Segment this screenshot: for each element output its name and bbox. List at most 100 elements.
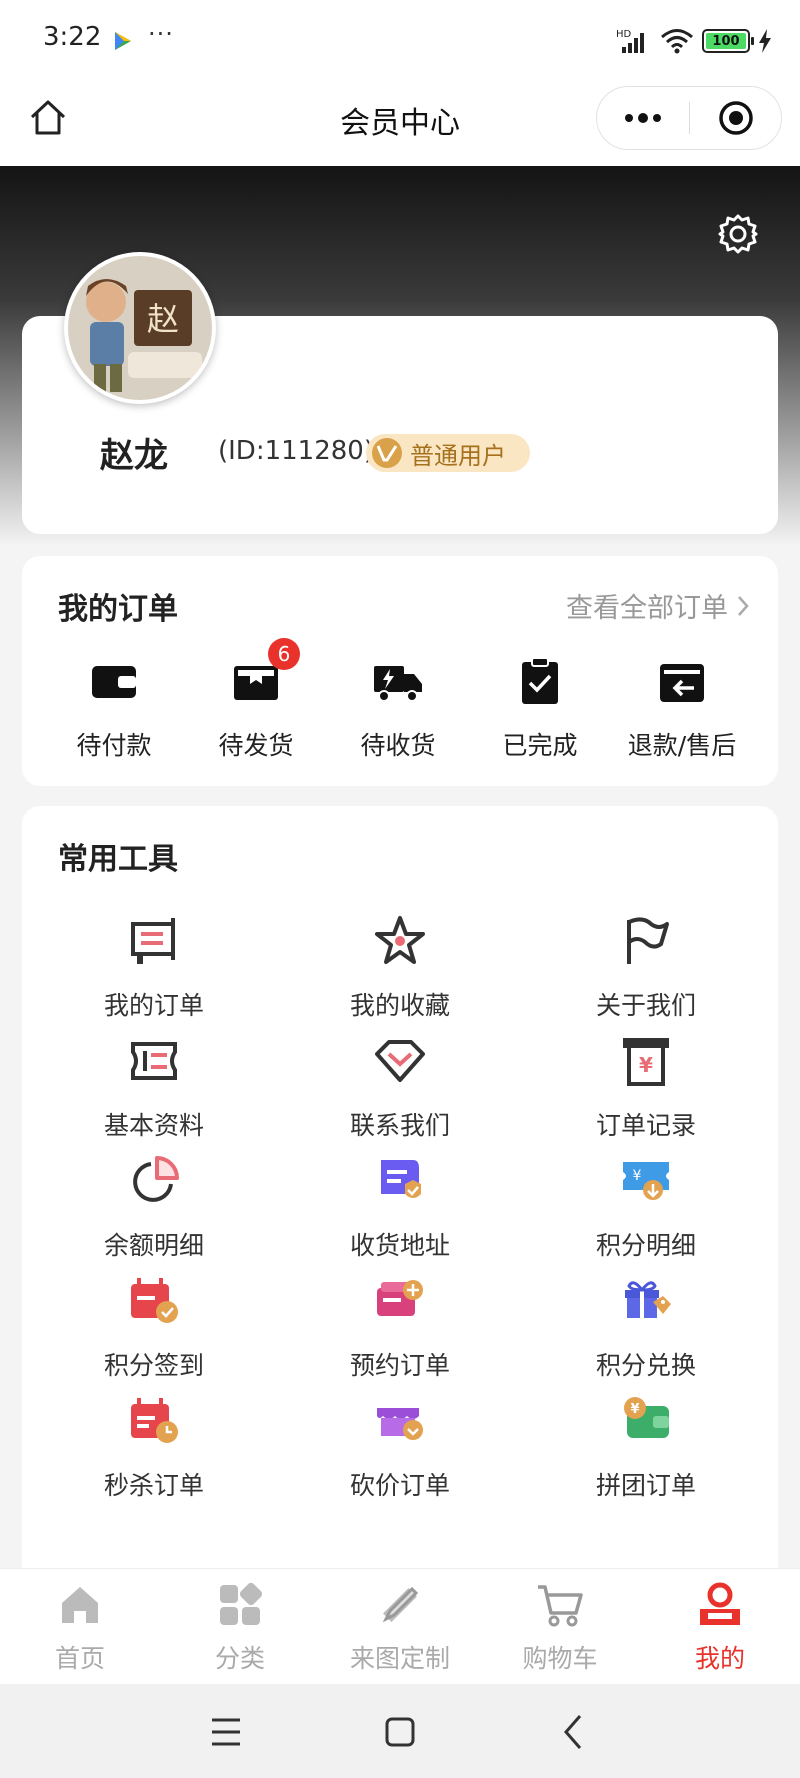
tab-cart[interactable]: 购物车 — [490, 1581, 630, 1675]
wallet-coin-icon: ¥ — [624, 1397, 669, 1438]
tab-home[interactable]: 首页 — [10, 1581, 150, 1675]
flag-icon — [627, 917, 669, 964]
tools-title: 常用工具 — [58, 842, 178, 877]
menu-icon[interactable] — [204, 1710, 248, 1754]
more-button[interactable] — [597, 87, 689, 149]
tool-my-orders[interactable]: 我的订单 — [54, 914, 254, 1022]
order-label: 待收货 — [360, 731, 436, 760]
order-pending-receipt[interactable]: 待收货 — [328, 656, 468, 762]
play-store-icon — [115, 32, 131, 50]
diamond-icon — [375, 1040, 425, 1082]
gift-icon — [625, 1281, 671, 1318]
calendar-check-icon — [131, 1278, 178, 1323]
tool-label: 我的收藏 — [349, 991, 450, 1020]
tool-points-details[interactable]: ¥ 积分明细 — [546, 1154, 746, 1262]
id-card-icon — [131, 1042, 177, 1080]
tab-label: 来图定制 — [349, 1644, 450, 1673]
ticket-icon: ¥ — [623, 1162, 669, 1200]
svg-text:HD: HD — [616, 29, 632, 40]
wallet-icon — [92, 666, 136, 698]
tool-basic-profile[interactable]: 基本资料 — [54, 1034, 254, 1142]
tool-balance-details[interactable]: 余额明细 — [54, 1154, 254, 1262]
tool-about-us[interactable]: 关于我们 — [546, 914, 746, 1022]
order-completed[interactable]: 已完成 — [470, 656, 610, 762]
order-label: 待发货 — [218, 731, 294, 760]
status-more: ··· — [148, 20, 174, 48]
tab-label: 首页 — [54, 1644, 105, 1673]
order-label: 待付款 — [76, 731, 152, 760]
member-level-text: 普通用户 — [410, 441, 506, 470]
target-icon — [718, 101, 753, 135]
avatar[interactable]: 赵 — [64, 252, 216, 404]
grid-icon — [220, 1582, 263, 1625]
more-dots-icon — [625, 113, 661, 123]
store-icon — [377, 1408, 423, 1440]
tool-label: 积分兑换 — [595, 1351, 696, 1380]
view-all-orders-link[interactable]: 查看全部订单 — [566, 586, 750, 625]
tool-flash-sale-orders[interactable]: 秒杀订单 — [54, 1394, 254, 1502]
svg-text:¥: ¥ — [633, 1168, 642, 1184]
view-all-label: 查看全部订单 — [566, 593, 728, 624]
tab-mine[interactable]: 我的 — [650, 1581, 790, 1675]
unshipped-count-badge: 6 — [268, 638, 300, 670]
tool-points-checkin[interactable]: 积分签到 — [54, 1274, 254, 1382]
mini-program-capsule — [596, 86, 782, 150]
bottom-tab-bar: 首页 分类 来图定制 购物车 我的 — [0, 1568, 800, 1684]
chevron-right-icon — [738, 595, 749, 616]
home-icon — [62, 1587, 98, 1623]
battery-level: 100 — [706, 33, 746, 49]
user-icon — [700, 1582, 740, 1625]
avatar-image: 赵 — [68, 256, 212, 400]
back-icon[interactable] — [552, 1710, 596, 1754]
charging-icon — [759, 29, 771, 53]
order-label: 退款/售后 — [627, 731, 737, 760]
avatar-char: 赵 — [147, 300, 179, 338]
order-label: 已完成 — [502, 731, 578, 760]
close-mini-program-button[interactable] — [690, 87, 781, 149]
my-orders-card: 我的订单 查看全部订单 待付款 6 待发货 待收货 已完成 退款/售后 — [22, 556, 778, 786]
return-icon — [660, 664, 704, 702]
pie-chart-icon — [133, 1156, 179, 1202]
truck-icon — [374, 666, 422, 702]
user-id: (ID:111280) — [218, 436, 374, 466]
nav-bar: 会员中心 — [0, 80, 800, 166]
vip-icon — [372, 438, 402, 468]
tool-shipping-address[interactable]: 收货地址 — [300, 1154, 500, 1262]
tool-points-exchange[interactable]: 积分兑换 — [546, 1274, 746, 1382]
tool-label: 积分明细 — [595, 1231, 696, 1260]
tab-category[interactable]: 分类 — [170, 1581, 310, 1675]
tool-contact-us[interactable]: 联系我们 — [300, 1034, 500, 1142]
tool-label: 基本资料 — [103, 1111, 204, 1140]
status-bar: 3:22 ··· HD 100 — [0, 0, 800, 80]
tool-label: 积分签到 — [103, 1351, 204, 1380]
tool-group-buy-orders[interactable]: ¥ 拼团订单 — [546, 1394, 746, 1502]
address-icon — [381, 1160, 421, 1198]
order-refund-aftersales[interactable]: 退款/售后 — [612, 656, 752, 762]
order-pending-shipment[interactable]: 6 待发货 — [186, 638, 326, 762]
home-square-icon[interactable] — [378, 1710, 422, 1754]
tab-label: 我的 — [694, 1644, 745, 1673]
system-navigation-bar — [0, 1684, 800, 1778]
settings-gear-icon[interactable] — [716, 212, 760, 256]
cart-icon — [538, 1585, 583, 1627]
signal-icon: HD — [616, 29, 644, 53]
tool-bargain-orders[interactable]: 砍价订单 — [300, 1394, 500, 1502]
tool-order-records[interactable]: ¥ 订单记录 — [546, 1034, 746, 1142]
tool-reservation-orders[interactable]: 预约订单 — [300, 1274, 500, 1382]
battery-icon: 100 — [702, 29, 754, 53]
status-time: 3:22 — [43, 22, 102, 52]
tool-label: 联系我们 — [349, 1111, 450, 1140]
user-name: 赵龙 — [100, 436, 168, 476]
tab-label: 分类 — [214, 1644, 265, 1673]
orders-title: 我的订单 — [58, 592, 178, 627]
tool-label: 订单记录 — [595, 1111, 696, 1140]
wifi-icon — [661, 29, 693, 54]
order-pending-payment[interactable]: 待付款 — [44, 656, 184, 762]
star-icon — [375, 916, 425, 964]
tool-my-favorites[interactable]: 我的收藏 — [300, 914, 500, 1022]
pencil-ruler-icon — [382, 1586, 419, 1623]
svg-text:¥: ¥ — [630, 1402, 639, 1417]
tool-label: 我的订单 — [103, 991, 204, 1020]
tab-custom-design[interactable]: 来图定制 — [330, 1581, 470, 1675]
tool-label: 关于我们 — [595, 991, 696, 1020]
